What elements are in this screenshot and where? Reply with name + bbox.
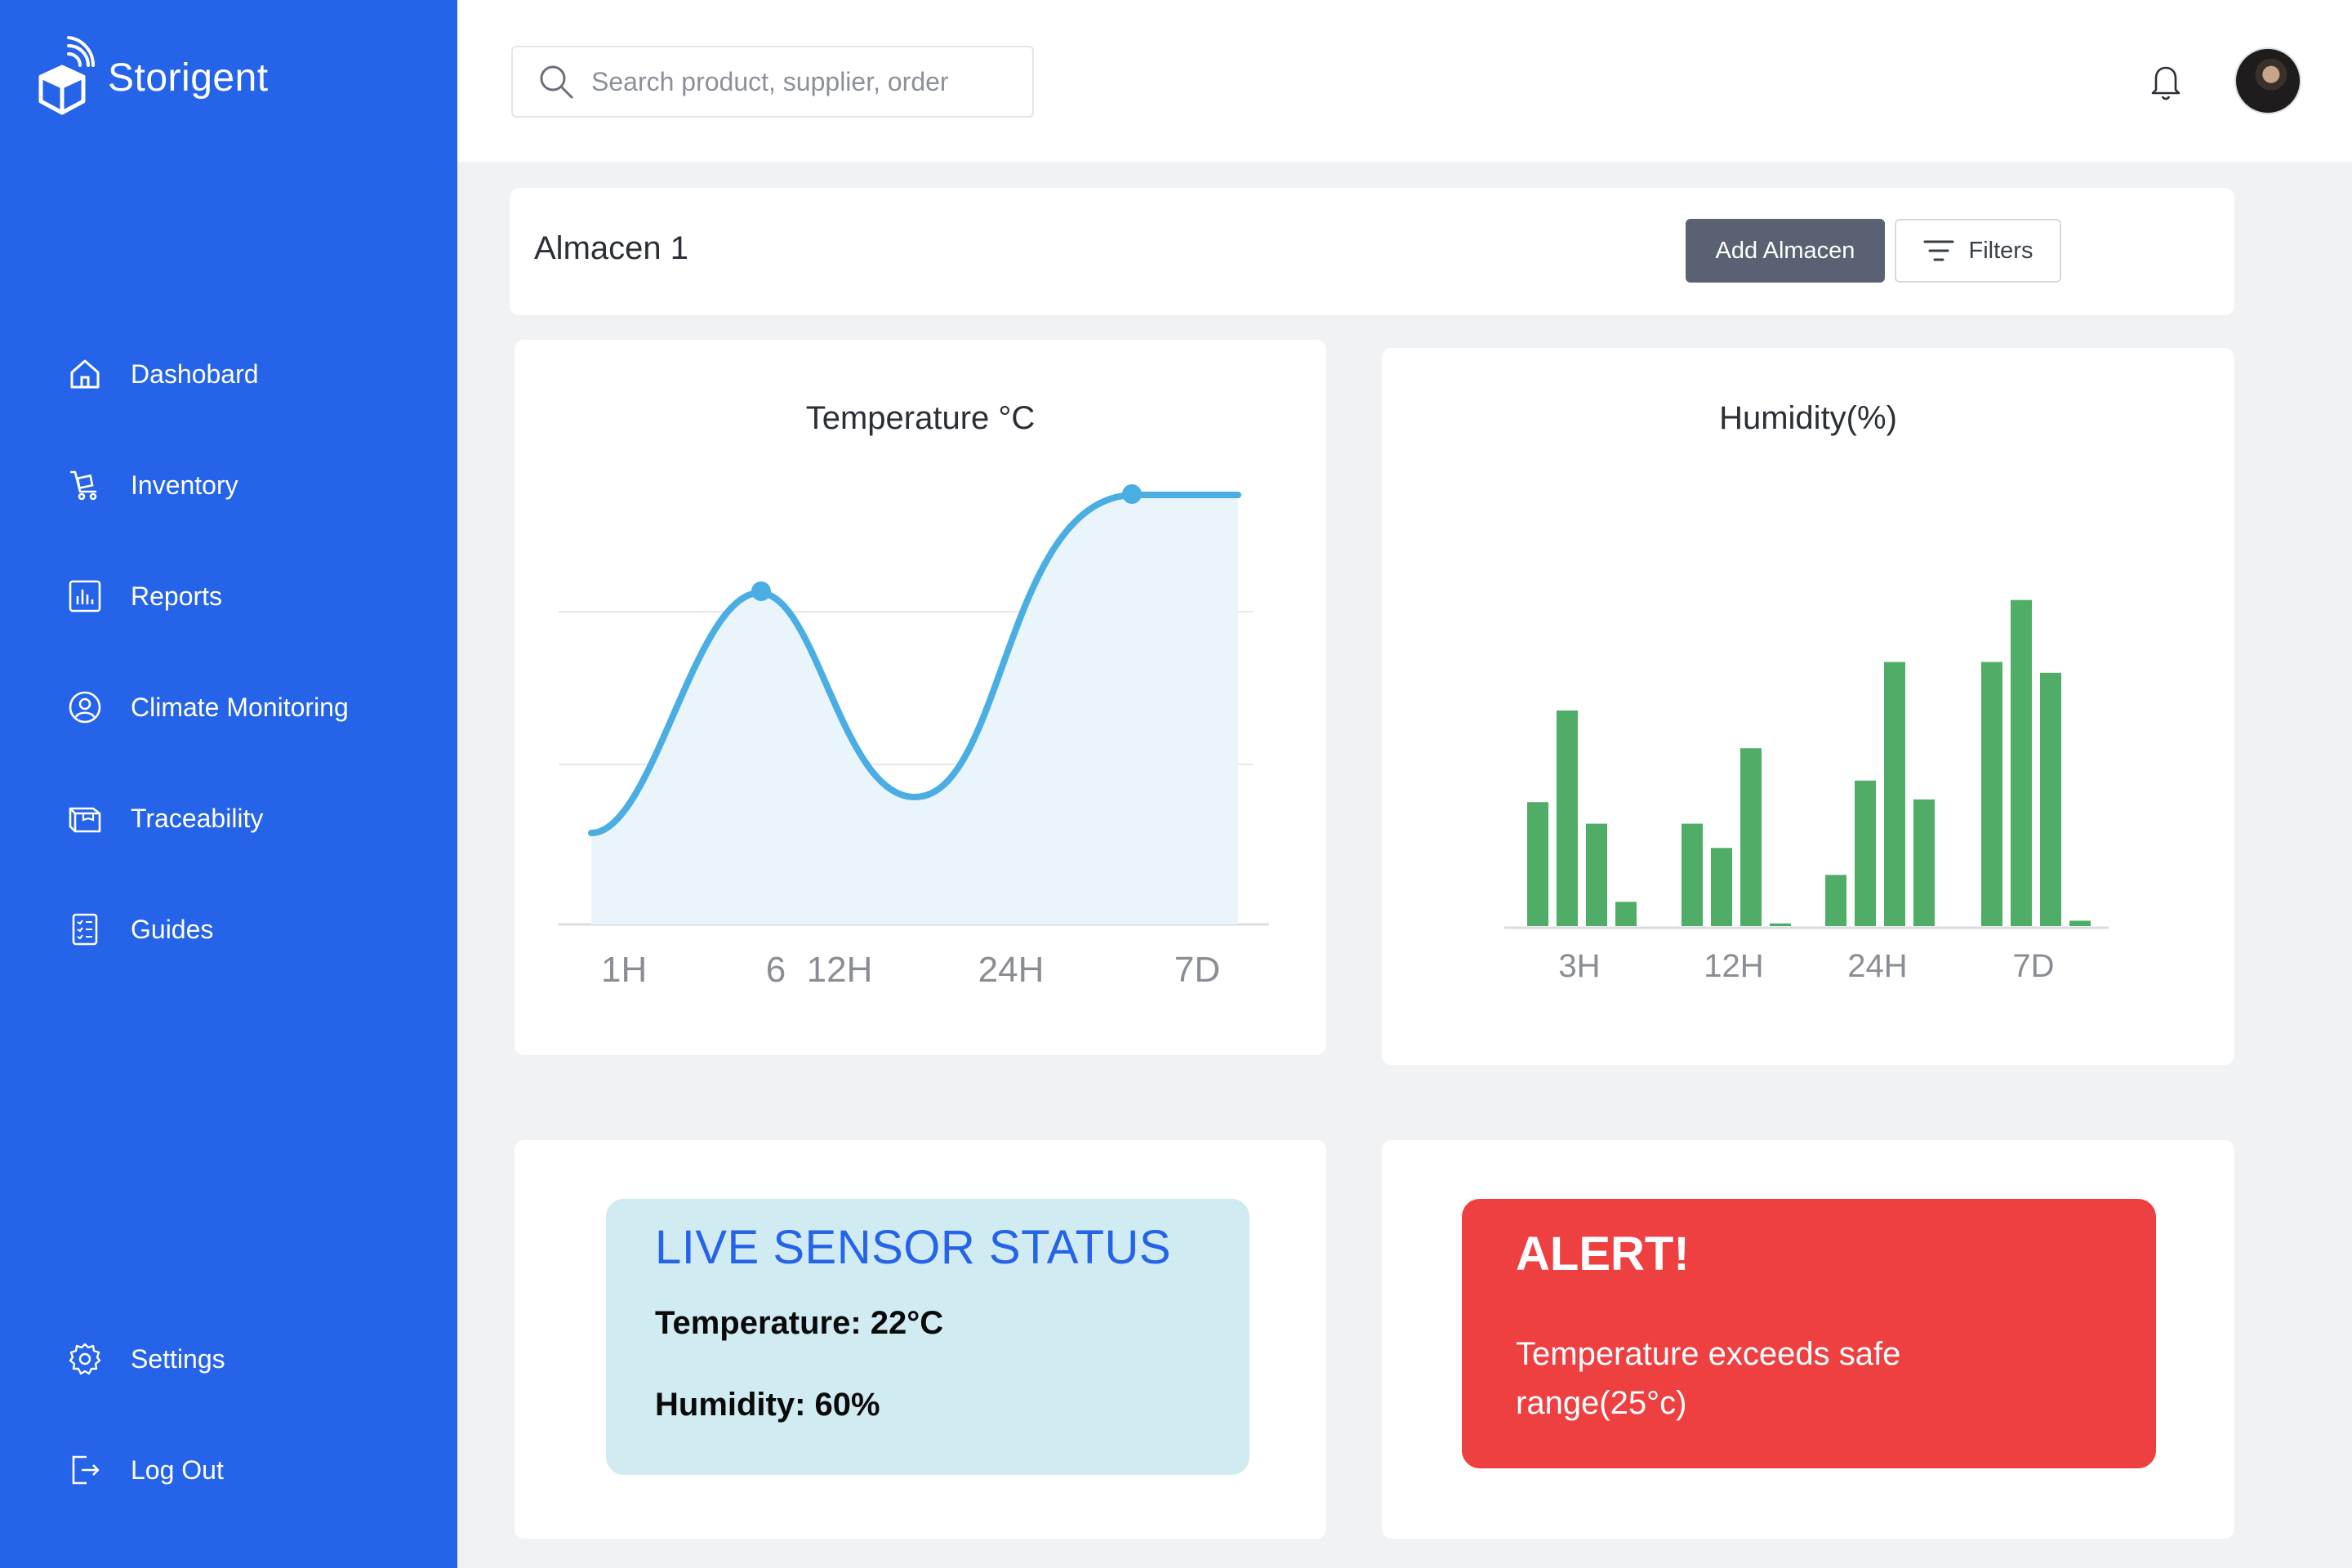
humidity-bar — [2040, 672, 2061, 926]
search-icon — [540, 65, 573, 99]
x-tick-label: 7D — [2012, 948, 2054, 984]
humidity-bar — [1615, 902, 1637, 926]
sidebar-item-label: Settings — [131, 1343, 225, 1374]
humidity-reading: Humidity: 60% — [655, 1387, 880, 1423]
sensor-status-title: LIVE SENSOR STATUS — [655, 1221, 1172, 1274]
alert-card: ALERT! Temperature exceeds safe range(25… — [1382, 1140, 2234, 1539]
sidebar-item-logout[interactable]: Log Out — [65, 1446, 224, 1494]
package-icon — [65, 799, 105, 838]
sidebar-item-guides[interactable]: Guides — [65, 905, 213, 954]
filters-label: Filters — [1968, 237, 2034, 264]
humidity-bar — [2011, 599, 2032, 926]
filters-button[interactable]: Filters — [1895, 219, 2061, 283]
x-tick-label: 12H — [1704, 948, 1763, 984]
logout-icon — [65, 1450, 105, 1490]
sidebar-item-climate-monitoring[interactable]: Climate Monitoring — [65, 683, 349, 732]
cart-icon — [65, 466, 105, 505]
x-tick-label: 12H — [807, 950, 873, 990]
humidity-bar — [1740, 748, 1762, 926]
data-point — [1122, 484, 1142, 504]
sidebar-item-dashboard[interactable]: Dashobard — [65, 350, 259, 399]
humidity-bar — [1682, 823, 1703, 926]
humidity-bar — [2069, 920, 2091, 926]
humidity-bar — [1527, 802, 1548, 926]
humidity-bar — [1913, 799, 1935, 926]
sidebar-item-label: Guides — [131, 914, 214, 944]
x-tick-label: 24H — [1847, 948, 1907, 984]
sidebar-item-label: Climate Monitoring — [131, 692, 349, 722]
brand[interactable]: Storigent — [36, 36, 269, 119]
home-icon — [65, 354, 105, 394]
brand-name: Storigent — [108, 56, 269, 100]
sidebar-item-settings[interactable]: Settings — [65, 1334, 225, 1383]
humidity-bar — [1586, 823, 1607, 926]
page-title: Almacen 1 — [534, 230, 688, 266]
humidity-bar — [1557, 710, 1578, 926]
box-wifi-logo-icon — [38, 36, 95, 115]
sidebar-item-label: Inventory — [131, 470, 238, 500]
humidity-bar — [1825, 875, 1846, 926]
sidebar: Storigent Dashobard Inventory Reports Cl… — [0, 0, 457, 1568]
avatar[interactable] — [2234, 47, 2301, 114]
x-tick-label: 3H — [1558, 948, 1600, 984]
bell-icon[interactable] — [2146, 60, 2185, 103]
alert-panel: ALERT! Temperature exceeds safe range(25… — [1462, 1199, 2156, 1468]
x-tick-label: 24H — [978, 950, 1045, 990]
filter-icon — [1923, 240, 1954, 261]
humidity-bar — [1770, 923, 1791, 926]
data-point — [751, 581, 771, 601]
alert-title: ALERT! — [1516, 1227, 1690, 1281]
alert-message: Temperature exceeds safe range(25°c) — [1516, 1336, 1901, 1421]
temperature-area — [591, 495, 1238, 924]
temperature-chart: 1H 6 12H 24H 7D — [559, 484, 1269, 990]
bar-chart-icon — [65, 577, 105, 616]
user-circle-icon — [65, 688, 105, 727]
humidity-bar — [1981, 662, 2002, 926]
sidebar-item-label: Dashobard — [131, 359, 259, 389]
warehouse-header: Almacen 1 Add Almacen Filters — [510, 188, 2234, 315]
search-box[interactable] — [511, 46, 1034, 118]
sidebar-item-reports[interactable]: Reports — [65, 572, 222, 621]
sensor-status-panel: LIVE SENSOR STATUS Temperature: 22°C Hum… — [606, 1199, 1250, 1475]
sidebar-item-label: Traceability — [131, 803, 264, 833]
humidity-bar — [1884, 662, 1905, 926]
add-almacen-button[interactable]: Add Almacen — [1686, 219, 1885, 283]
sidebar-item-label: Reports — [131, 581, 223, 611]
temperature-card: Temperature °C 1H 6 12H 24H 7D — [514, 340, 1326, 1055]
x-tick-label: 1H — [601, 950, 647, 990]
sidebar-item-inventory[interactable]: Inventory — [65, 461, 238, 510]
sidebar-item-label: Log Out — [131, 1454, 224, 1485]
humidity-card: Humidity(%) 3H 12H 24H 7D — [1382, 348, 2234, 1065]
checklist-icon — [65, 910, 105, 949]
gear-icon — [65, 1339, 105, 1379]
x-tick-label: 7D — [1174, 950, 1220, 990]
x-tick-label: 6 — [766, 950, 786, 990]
temperature-reading: Temperature: 22°C — [655, 1305, 944, 1341]
sensor-status-card: LIVE SENSOR STATUS Temperature: 22°C Hum… — [514, 1140, 1326, 1539]
humidity-bar — [1855, 780, 1876, 926]
sidebar-item-traceability[interactable]: Traceability — [65, 794, 263, 843]
humidity-chart: 3H 12H 24H 7D — [1504, 599, 2109, 984]
top-bar — [457, 0, 2352, 162]
search-input[interactable] — [591, 66, 1016, 97]
humidity-bar — [1711, 848, 1732, 926]
